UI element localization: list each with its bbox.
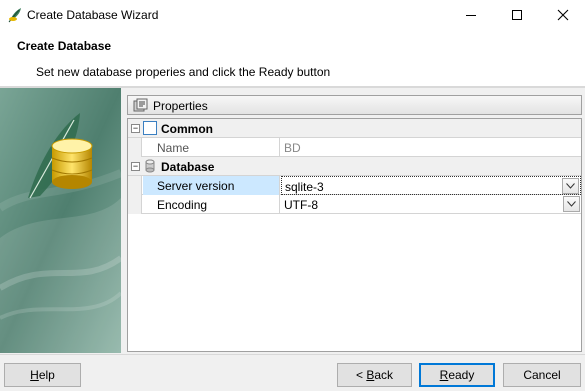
property-value: sqlite-3: [285, 180, 324, 194]
category-common[interactable]: − Common: [128, 119, 581, 138]
property-row-encoding[interactable]: Encoding UTF-8: [128, 195, 581, 214]
page-icon: [143, 121, 157, 135]
feather-app-icon: [8, 8, 21, 23]
back-button[interactable]: < Back: [337, 363, 412, 387]
dropdown-button[interactable]: [562, 178, 579, 194]
maximize-button[interactable]: [494, 0, 540, 30]
chevron-down-icon: [566, 183, 575, 189]
dropdown-button[interactable]: [563, 196, 580, 212]
window-title: Create Database Wizard: [27, 8, 159, 22]
encoding-combo[interactable]: UTF-8: [281, 195, 581, 214]
property-name: Encoding: [143, 195, 280, 214]
property-grid: − Common Name BD − Database Server versi…: [127, 118, 582, 352]
minimize-icon: [466, 14, 476, 16]
page-title: Create Database: [17, 39, 112, 53]
wizard-banner-image: [0, 88, 121, 353]
row-gutter: [128, 176, 142, 195]
title-bar: Create Database Wizard: [0, 0, 585, 30]
footer-divider: [0, 354, 585, 355]
wizard-window: Create Database Wizard Create Database S…: [0, 0, 585, 391]
property-value: UTF-8: [284, 198, 318, 212]
ready-button[interactable]: Ready: [419, 363, 495, 387]
close-icon: [557, 9, 569, 21]
collapse-icon[interactable]: −: [131, 162, 140, 171]
properties-icon: [133, 98, 148, 112]
category-label: Database: [161, 160, 215, 174]
database-icon: [145, 159, 155, 173]
property-name: Server version: [143, 176, 280, 195]
cancel-button[interactable]: Cancel: [503, 363, 581, 387]
properties-header: Properties: [127, 95, 582, 115]
page-subtitle: Set new database properies and click the…: [36, 65, 331, 79]
property-row-name[interactable]: Name BD: [128, 138, 581, 157]
property-row-server-version[interactable]: Server version sqlite-3: [128, 176, 581, 195]
category-label: Common: [161, 122, 213, 136]
help-button[interactable]: Help: [4, 363, 81, 387]
category-database[interactable]: − Database: [128, 157, 581, 176]
wizard-header: Create Database Set new database properi…: [0, 30, 585, 86]
property-name: Name: [143, 138, 280, 157]
server-version-combo[interactable]: sqlite-3: [281, 176, 581, 195]
properties-title: Properties: [153, 99, 208, 113]
row-gutter: [128, 138, 142, 157]
property-value: BD: [284, 141, 301, 155]
chevron-down-icon: [567, 201, 576, 207]
minimize-button[interactable]: [448, 0, 494, 30]
collapse-icon[interactable]: −: [131, 124, 140, 133]
row-gutter: [128, 195, 142, 214]
maximize-icon: [512, 10, 522, 20]
close-button[interactable]: [540, 0, 585, 30]
